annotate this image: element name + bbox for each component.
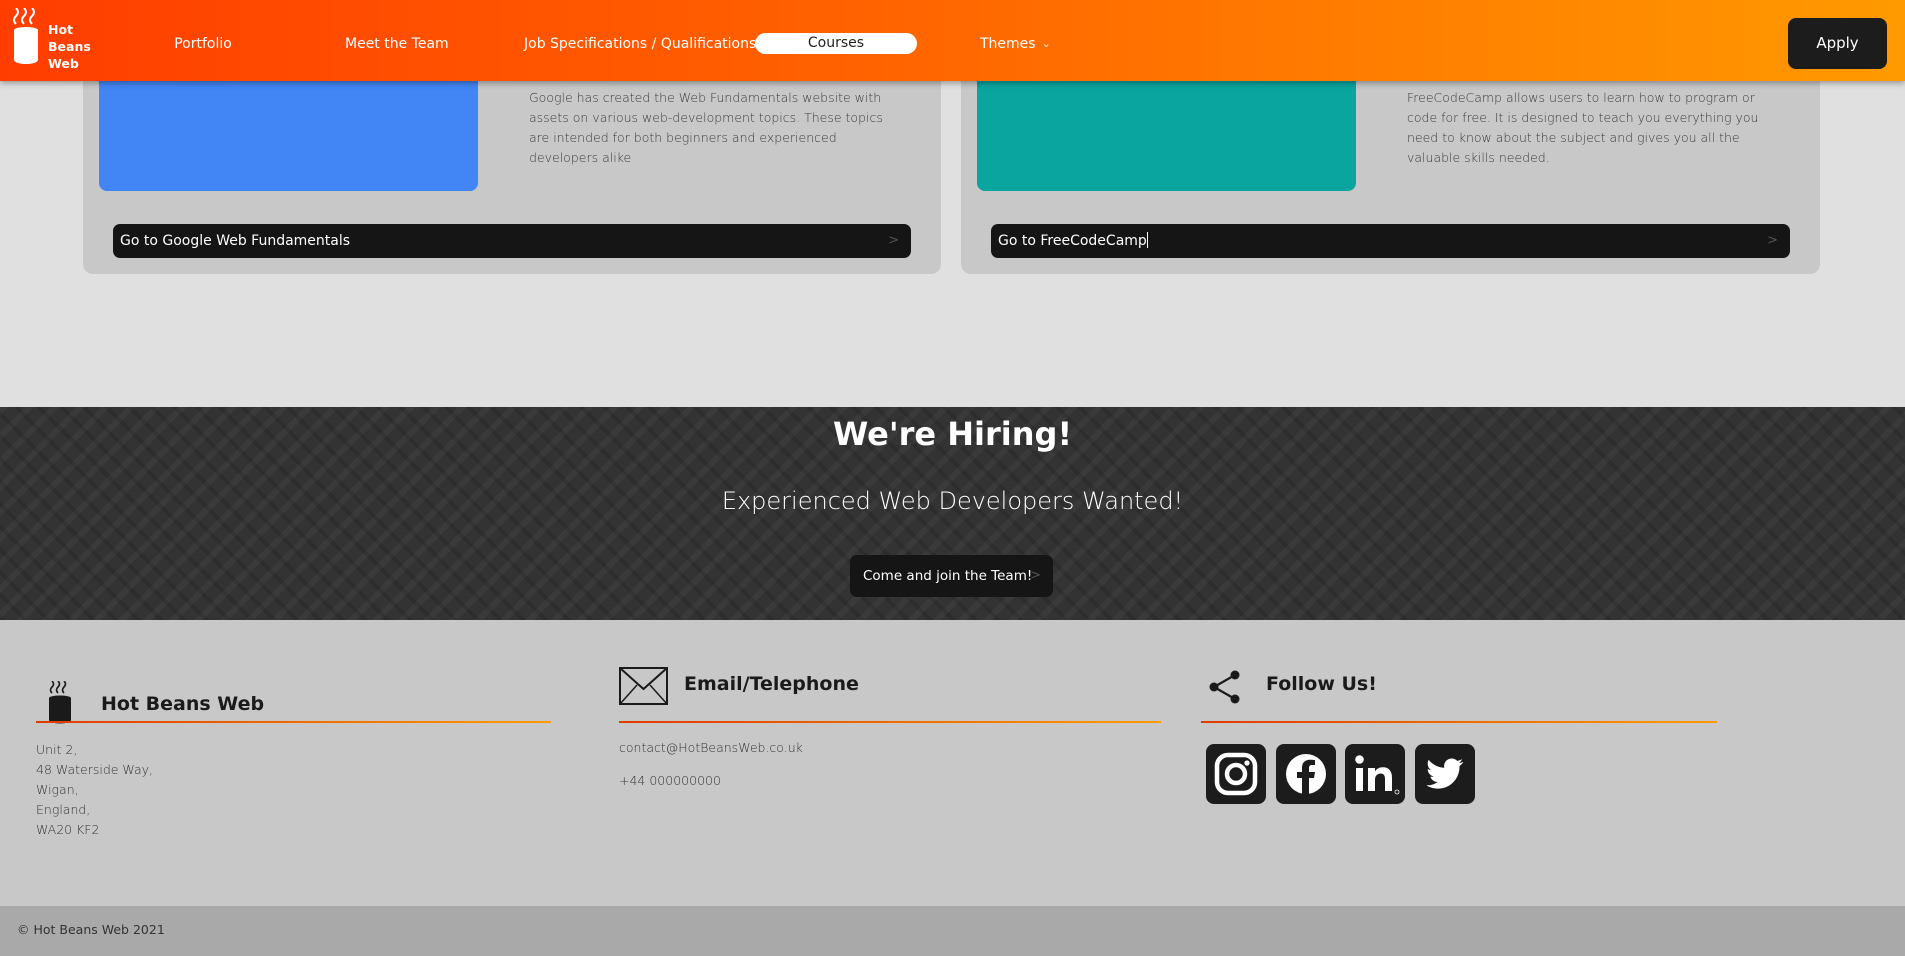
footer-social-title: Follow Us! (1266, 673, 1377, 695)
footer-phone: +44 000000000 (619, 773, 721, 788)
nav-link-job-specifications[interactable]: Job Specifications / Qualifications (524, 33, 756, 55)
instagram-link[interactable] (1206, 744, 1266, 804)
divider (619, 721, 1161, 723)
facebook-icon (1286, 754, 1326, 794)
linkedin-link[interactable] (1345, 744, 1405, 804)
nav-dropdown-themes[interactable]: Themes ⌄ (980, 33, 1051, 55)
envelope-icon (619, 667, 668, 705)
brand-logo[interactable]: Hot Beans Web (12, 8, 92, 74)
footer-company-title: Hot Beans Web (101, 693, 265, 715)
facebook-link[interactable] (1276, 744, 1336, 804)
link-label: Go to FreeCodeCamp (998, 233, 1147, 249)
share-icon (1209, 670, 1240, 704)
footer-email-link[interactable]: contact@HotBeansWeb.co.uk (619, 738, 803, 758)
coffee-cup-icon (13, 8, 38, 64)
hiring-title: We're Hiring! (832, 415, 1073, 453)
nav-themes-label: Themes (980, 36, 1036, 52)
chevron-right-icon: > (888, 233, 899, 248)
link-label: Go to Google Web Fundamentals (120, 233, 351, 249)
nav-link-portfolio[interactable]: Portfolio (172, 33, 234, 55)
apply-button[interactable]: Apply (1788, 18, 1887, 69)
join-team-label: Come and join the Team! (863, 568, 1033, 584)
nav-link-meet-the-team[interactable]: Meet the Team (345, 33, 449, 55)
course-description: Google has created the Web Fundamentals … (529, 90, 883, 165)
copyright-bar: © Hot Beans Web 2021 (0, 906, 1905, 956)
hiring-subtitle: Experienced Web Developers Wanted! (721, 487, 1184, 515)
linkedin-icon (1355, 755, 1400, 795)
google-web-fundamentals-link[interactable]: Go to Google Web Fundamentals > (113, 224, 911, 258)
course-description: FreeCodeCamp allows users to learn how t… (1407, 90, 1759, 165)
nav-link-courses[interactable]: Courses (755, 33, 917, 54)
brand-name: Hot Beans Web (48, 22, 91, 71)
hiring-banner: We're Hiring! Experienced Web Developers… (0, 407, 1905, 620)
twitter-link[interactable] (1415, 744, 1475, 804)
chevron-down-icon: ⌄ (1041, 37, 1051, 50)
course-card-freecodecamp: FreeCodeCamp allows users to learn how t… (961, 60, 1820, 274)
coffee-cup-icon (49, 681, 71, 724)
top-navbar: Hot Beans Web Portfolio Meet the Team Jo… (0, 0, 1905, 81)
site-footer: Hot Beans Web Unit 2, 48 Waterside Way, … (0, 620, 1905, 906)
chevron-right-icon: > (1767, 233, 1778, 248)
text-cursor (1146, 232, 1148, 248)
divider (1201, 721, 1717, 723)
footer-contact-title: Email/Telephone (684, 673, 859, 695)
twitter-icon (1426, 758, 1464, 789)
instagram-icon (1214, 752, 1258, 796)
freecodecamp-link[interactable]: Go to FreeCodeCamp > (991, 224, 1790, 258)
course-card-google: Google has created the Web Fundamentals … (83, 60, 941, 274)
join-team-button[interactable]: Come and join the Team! > (850, 555, 1053, 597)
copyright-text: © Hot Beans Web 2021 (17, 922, 165, 937)
chevron-right-icon: > (1030, 568, 1041, 583)
divider (36, 721, 551, 723)
footer-address: Unit 2, 48 Waterside Way, Wigan, England… (36, 742, 154, 837)
